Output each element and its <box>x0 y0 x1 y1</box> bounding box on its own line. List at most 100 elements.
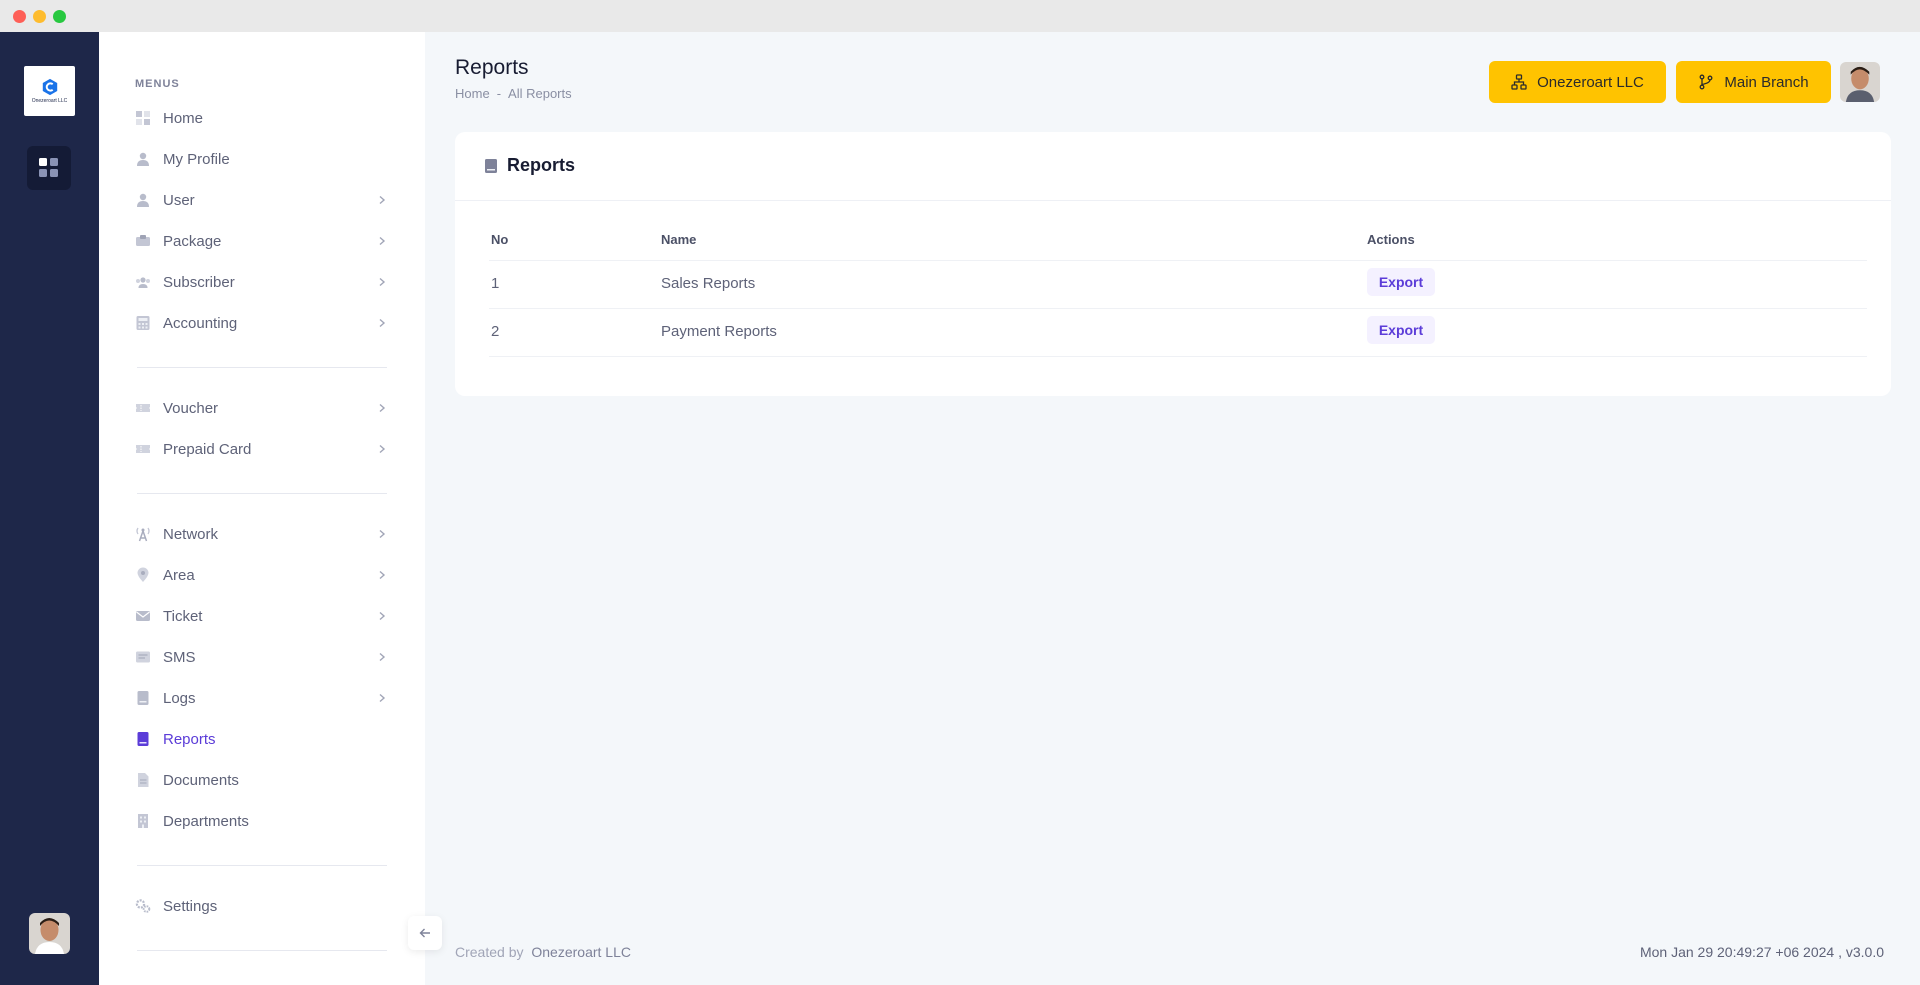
chevron-right-icon <box>379 652 386 662</box>
user-avatar[interactable] <box>29 913 70 954</box>
user-icon <box>135 151 151 167</box>
sidebar-item-reports[interactable]: Reports <box>135 723 387 755</box>
export-sales-reports-button[interactable]: Export <box>1367 268 1435 296</box>
sidebar-divider <box>137 493 387 494</box>
user-icon <box>135 192 151 208</box>
sidebar-item-area[interactable]: Area <box>135 559 387 591</box>
report-name: Payment Reports <box>661 323 777 340</box>
row-number: 1 <box>491 275 500 292</box>
building-icon <box>135 813 151 829</box>
menus-heading: MENUS <box>135 78 180 90</box>
sidebar-item-accounting[interactable]: Accounting <box>135 307 387 339</box>
breadcrumb-separator: - <box>496 86 502 101</box>
sidebar-item-logs[interactable]: Logs <box>135 682 387 714</box>
export-payment-reports-button[interactable]: Export <box>1367 316 1435 344</box>
window-titlebar <box>0 0 1920 32</box>
document-icon <box>135 772 151 788</box>
maximize-window-button[interactable] <box>53 10 66 23</box>
reports-card: Reports No Name Actions 1 Sales Reports … <box>455 132 1891 396</box>
close-window-button[interactable] <box>13 10 26 23</box>
chevron-right-icon <box>379 693 386 703</box>
sidebar-item-home[interactable]: Home <box>135 102 387 134</box>
footer-credits: Created by Onezeroart LLC <box>455 944 631 960</box>
branch-button-label: Main Branch <box>1724 73 1809 91</box>
dashboard-switch-button[interactable] <box>27 146 71 190</box>
antenna-icon <box>135 526 151 542</box>
chevron-right-icon <box>379 318 386 328</box>
gears-icon <box>135 898 151 914</box>
logo-mark-icon <box>42 78 57 96</box>
sidebar-item-label: Home <box>163 109 204 127</box>
brand-logo[interactable]: Onezeroart LLC <box>24 66 75 116</box>
sidebar-item-label: Ticket <box>163 607 203 625</box>
breadcrumb-current: All Reports <box>508 86 572 101</box>
sidebar-item-label: Reports <box>163 730 216 748</box>
map-pin-icon <box>135 567 151 583</box>
sidebar-item-label: Accounting <box>163 314 238 332</box>
chevron-right-icon <box>379 611 386 621</box>
ticket-icon <box>135 441 151 457</box>
column-header-name: Name <box>661 232 697 247</box>
envelope-icon <box>135 608 151 624</box>
chevron-right-icon <box>379 277 386 287</box>
row-number: 2 <box>491 323 500 340</box>
chevron-right-icon <box>379 403 386 413</box>
app-rail: Onezeroart LLC <box>0 32 99 985</box>
sidebar-divider <box>137 367 387 368</box>
column-header-no: No <box>491 232 509 247</box>
package-icon <box>135 233 151 249</box>
sidebar-item-departments[interactable]: Departments <box>135 805 387 837</box>
column-header-actions: Actions <box>1367 232 1415 247</box>
arrow-left-icon <box>419 928 430 938</box>
branch-button[interactable]: Main Branch <box>1676 61 1831 103</box>
sidebar-item-label: Package <box>163 232 222 250</box>
sidebar-item-sms[interactable]: SMS <box>135 641 387 673</box>
sidebar-item-documents[interactable]: Documents <box>135 764 387 796</box>
sidebar-item-settings[interactable]: Settings <box>135 890 387 922</box>
sidebar-item-voucher[interactable]: Voucher <box>135 392 387 424</box>
sidebar-item-label: Subscriber <box>163 273 235 291</box>
sidebar-item-label: Settings <box>163 897 218 915</box>
footer-status: Mon Jan 29 20:49:27 +06 2024 , v3.0.0 <box>1640 944 1884 960</box>
sidebar-collapse-button[interactable] <box>408 916 442 950</box>
table-divider <box>489 356 1867 357</box>
chevron-right-icon <box>379 236 386 246</box>
organization-button[interactable]: Onezeroart LLC <box>1489 61 1666 103</box>
message-icon <box>135 649 151 665</box>
breadcrumb: Home - All Reports <box>455 86 572 101</box>
footer-company-link[interactable]: Onezeroart LLC <box>531 944 631 960</box>
sidebar-divider <box>137 950 387 951</box>
chevron-right-icon <box>379 195 386 205</box>
header-user-avatar[interactable] <box>1840 62 1880 102</box>
sidebar-item-subscriber[interactable]: Subscriber <box>135 266 387 298</box>
server-timestamp: Mon Jan 29 20:49:27 +06 2024 , <box>1639 944 1842 960</box>
ticket-icon <box>135 400 151 416</box>
table-divider <box>489 308 1867 309</box>
logo-text: Onezeroart LLC <box>31 98 68 104</box>
users-icon <box>135 274 151 290</box>
sidebar-item-my-profile[interactable]: My Profile <box>135 143 387 175</box>
sidebar-item-user[interactable]: User <box>135 184 387 216</box>
book-icon <box>135 731 151 747</box>
sitemap-icon <box>1511 74 1527 90</box>
card-title: Reports <box>507 155 576 175</box>
sidebar-item-ticket[interactable]: Ticket <box>135 600 387 632</box>
sidebar-item-label: Area <box>163 566 195 584</box>
chevron-right-icon <box>379 529 386 539</box>
book-icon <box>485 159 497 173</box>
chevron-right-icon <box>379 444 386 454</box>
sidebar-item-network[interactable]: Network <box>135 518 387 550</box>
chevron-right-icon <box>379 570 386 580</box>
organization-button-label: Onezeroart LLC <box>1537 73 1644 91</box>
sidebar-item-label: Departments <box>163 812 249 830</box>
sidebar: MENUS Home My Profile User Package Subsc… <box>99 32 425 985</box>
dashboard-icon <box>39 158 58 177</box>
minimize-window-button[interactable] <box>33 10 46 23</box>
sidebar-divider <box>137 865 387 866</box>
sidebar-item-package[interactable]: Package <box>135 225 387 257</box>
sidebar-item-label: Logs <box>163 689 196 707</box>
calculator-icon <box>135 315 151 331</box>
breadcrumb-home-link[interactable]: Home <box>455 86 490 101</box>
created-by-label: Created by <box>455 944 524 960</box>
sidebar-item-prepaid-card[interactable]: Prepaid Card <box>135 433 387 465</box>
